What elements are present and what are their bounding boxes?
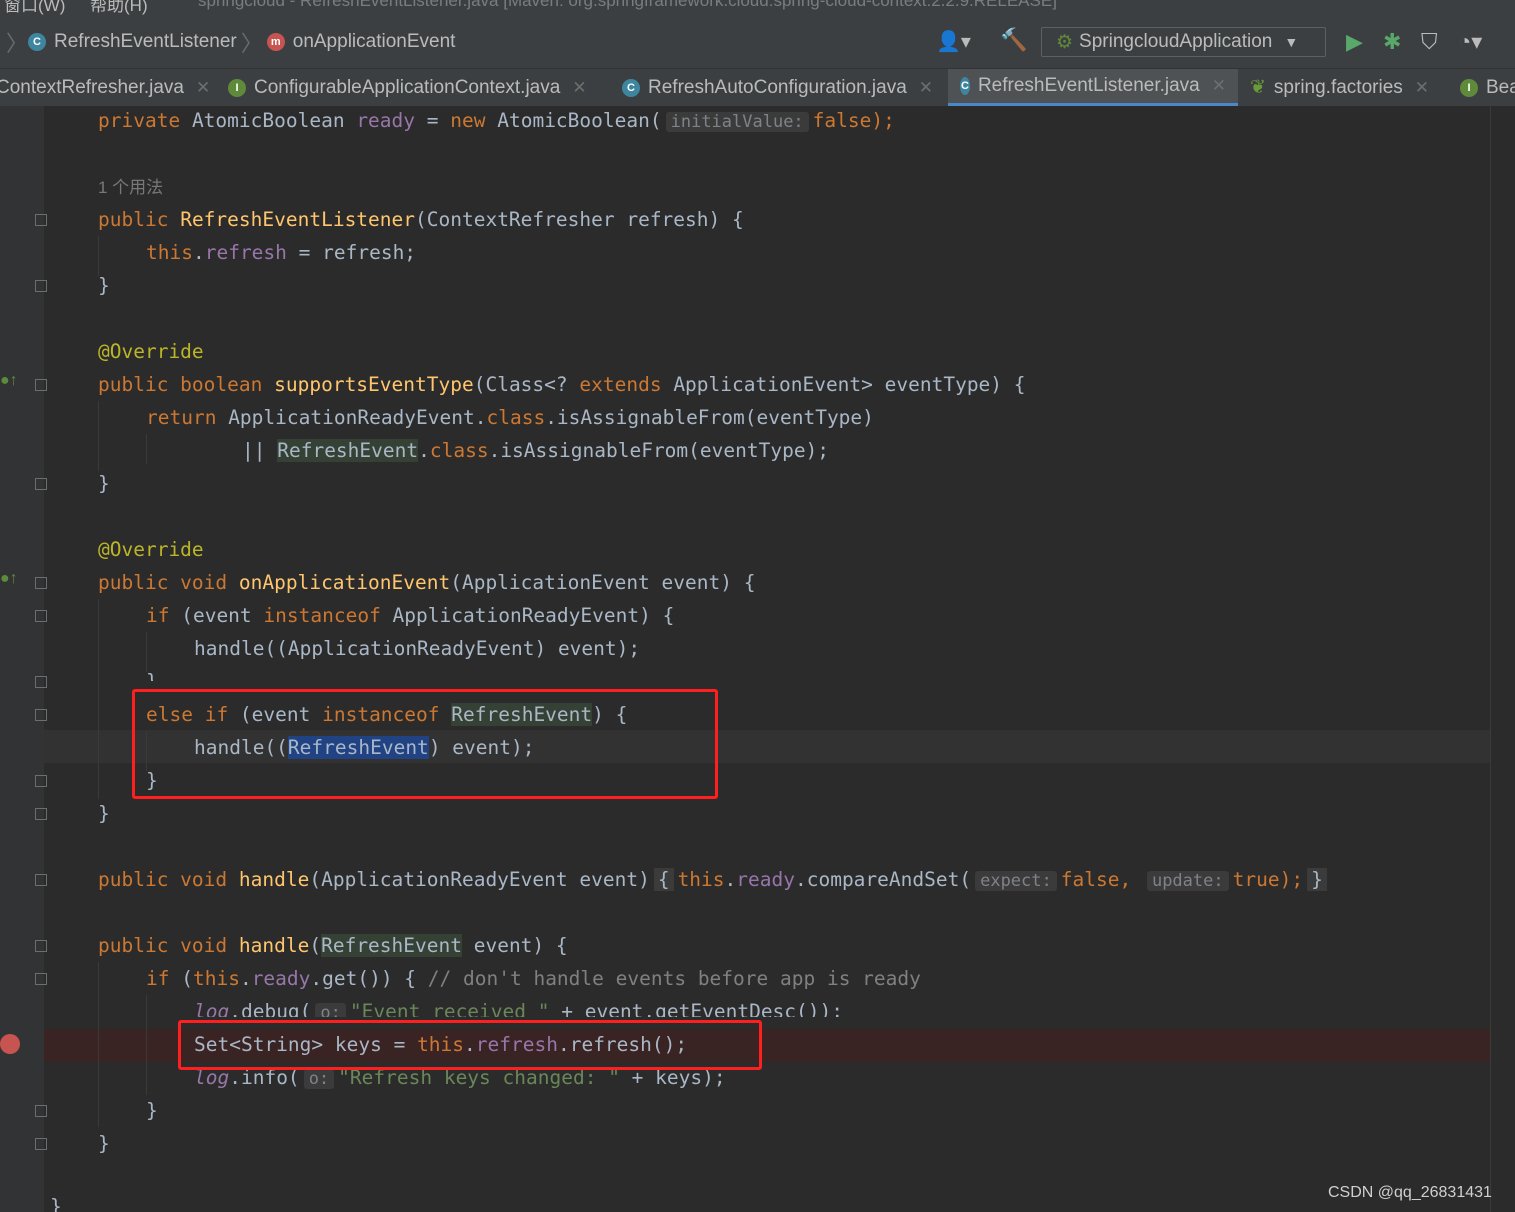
param-hint: initialValue: bbox=[665, 112, 809, 132]
dropdown-arrow-icon: ▼ bbox=[1284, 34, 1299, 50]
breadcrumb-class[interactable]: RefreshEventListener bbox=[54, 31, 237, 53]
tab-refresh-event-listener[interactable]: C RefreshEventListener.java ✕ bbox=[948, 69, 1238, 106]
code-line: public RefreshEventListener(ContextRefre… bbox=[98, 208, 744, 231]
method-icon: m bbox=[266, 33, 285, 51]
fold-icon[interactable] bbox=[35, 775, 47, 787]
code-line: } bbox=[50, 1195, 62, 1212]
fold-icon[interactable] bbox=[35, 676, 47, 688]
breadcrumb: 〉 C RefreshEventListener 〉 m onApplicati… bbox=[6, 16, 455, 68]
fold-icon[interactable] bbox=[35, 577, 47, 589]
tab-bea[interactable]: I Bea bbox=[1460, 69, 1515, 106]
fold-icon[interactable] bbox=[35, 478, 47, 490]
editor-tabs: ContextRefresher.java ✕ I ConfigurableApp… bbox=[0, 69, 1515, 107]
code-line: public void handle(ApplicationReadyEvent… bbox=[98, 865, 1327, 895]
tab-label: RefreshEventListener.java bbox=[977, 75, 1200, 96]
watermark: CSDN @qq_26831431 bbox=[1328, 1184, 1492, 1201]
fold-icon[interactable] bbox=[35, 940, 47, 952]
profile-icon[interactable]: ◔▾ bbox=[1458, 30, 1482, 54]
close-icon[interactable]: ✕ bbox=[1212, 76, 1226, 96]
tab-configurable-application-context[interactable]: I ConfigurableApplicationContext.java ✕ bbox=[228, 69, 587, 106]
class-icon: C bbox=[960, 77, 970, 95]
close-icon[interactable]: ✕ bbox=[1415, 78, 1429, 98]
tab-label: RefreshAutoConfiguration.java bbox=[648, 76, 907, 98]
code-editor[interactable]: ●↑ ●↑ private AtomicBoolean ready = new … bbox=[0, 106, 1515, 1212]
code-line: } bbox=[98, 472, 110, 495]
param-hint: expect: bbox=[975, 871, 1057, 891]
code-line: private AtomicBoolean ready = new Atomic… bbox=[98, 109, 895, 132]
fold-icon[interactable] bbox=[35, 214, 47, 226]
fold-icon[interactable] bbox=[35, 808, 47, 820]
param-hint: update: bbox=[1146, 871, 1229, 891]
highlight-box bbox=[132, 689, 718, 799]
menu-window[interactable]: 窗口(W) bbox=[4, 0, 65, 16]
code-line: this.refresh = refresh; bbox=[146, 241, 417, 264]
interface-icon: I bbox=[228, 78, 246, 97]
code-line: public boolean supportsEventType(Class<?… bbox=[98, 373, 1026, 396]
code-line: } bbox=[98, 1132, 110, 1155]
tab-label: ContextRefresher.java bbox=[0, 76, 184, 98]
close-icon[interactable]: ✕ bbox=[196, 78, 210, 98]
class-icon: C bbox=[622, 78, 640, 97]
fold-icon[interactable] bbox=[35, 379, 47, 391]
fold-icon[interactable] bbox=[35, 610, 47, 622]
fold-icon[interactable] bbox=[35, 874, 47, 886]
tab-context-refresher[interactable]: ContextRefresher.java ✕ bbox=[0, 69, 210, 106]
override-marker-icon[interactable]: ●↑ bbox=[0, 372, 18, 390]
usages-hint[interactable]: 1 个用法 bbox=[98, 173, 163, 203]
debug-icon[interactable]: ✱ bbox=[1383, 30, 1401, 54]
code-line: return ApplicationReadyEvent.class.isAss… bbox=[146, 406, 874, 429]
fold-icon[interactable] bbox=[35, 1105, 47, 1117]
chevron-right-icon: 〉 bbox=[240, 31, 263, 56]
fold-icon[interactable] bbox=[35, 973, 47, 985]
code-line: log.debug(o: "Event received " + event.ge… bbox=[194, 997, 843, 1017]
breadcrumb-method[interactable]: onApplicationEvent bbox=[293, 31, 456, 53]
build-hammer-icon[interactable]: 🔨 bbox=[1000, 28, 1027, 52]
tab-label: spring.factories bbox=[1273, 76, 1403, 98]
run-icon[interactable]: ▶ bbox=[1346, 30, 1363, 54]
tab-label: ConfigurableApplicationContext.java bbox=[254, 76, 561, 98]
close-icon[interactable]: ✕ bbox=[919, 78, 933, 98]
code-line: } bbox=[98, 802, 110, 825]
run-configuration-label: SpringcloudApplication bbox=[1079, 31, 1273, 52]
tab-spring-factories[interactable]: ❦ spring.factories ✕ bbox=[1250, 69, 1429, 106]
menu-bar: 窗口(W) 帮助(H) springcloud - RefreshEventLi… bbox=[0, 0, 1515, 16]
menu-help[interactable]: 帮助(H) bbox=[90, 0, 148, 16]
param-hint: o: bbox=[315, 1003, 346, 1017]
code-line: if (this.ready.get()) { // don't handle … bbox=[146, 967, 921, 990]
annotation: @Override bbox=[98, 340, 204, 363]
override-marker-icon[interactable]: ●↑ bbox=[0, 570, 18, 588]
chevron-right-icon: 〉 bbox=[6, 31, 29, 56]
param-hint: o: bbox=[303, 1069, 335, 1089]
code-line: } bbox=[146, 1099, 158, 1122]
code-line: } bbox=[146, 667, 158, 681]
breakpoint-icon[interactable] bbox=[0, 1034, 20, 1054]
code-line: } bbox=[98, 274, 110, 297]
close-icon[interactable]: ✕ bbox=[572, 78, 586, 98]
highlight-box bbox=[178, 1020, 762, 1070]
interface-icon: I bbox=[1460, 78, 1478, 97]
fold-icon[interactable] bbox=[35, 280, 47, 292]
code-line: || RefreshEvent.class.isAssignableFrom(e… bbox=[242, 439, 830, 462]
code-line: if (event instanceof ApplicationReadyEve… bbox=[146, 604, 675, 627]
fold-icon[interactable] bbox=[35, 709, 47, 721]
tab-label: Bea bbox=[1486, 76, 1515, 98]
code-line: handle((ApplicationReadyEvent) event); bbox=[194, 637, 641, 660]
tab-refresh-auto-configuration[interactable]: C RefreshAutoConfiguration.java ✕ bbox=[622, 69, 933, 106]
spring-leaf-icon: ❦ bbox=[1250, 77, 1266, 98]
run-configuration-select[interactable]: ⚙ SpringcloudApplication ▼ bbox=[1041, 27, 1326, 57]
code-line: public void onApplicationEvent(Applicati… bbox=[98, 571, 756, 594]
code-line: public void handle(RefreshEvent event) { bbox=[98, 934, 568, 957]
coverage-icon[interactable]: ⛉ bbox=[1421, 30, 1438, 54]
user-icon[interactable]: 👤▾ bbox=[936, 30, 971, 54]
spring-boot-icon: ⚙ bbox=[1056, 31, 1074, 53]
annotation: @Override bbox=[98, 538, 204, 561]
fold-icon[interactable] bbox=[35, 1138, 47, 1150]
class-icon: C bbox=[28, 33, 47, 51]
window-title: springcloud - RefreshEventListener.java … bbox=[198, 0, 1057, 10]
